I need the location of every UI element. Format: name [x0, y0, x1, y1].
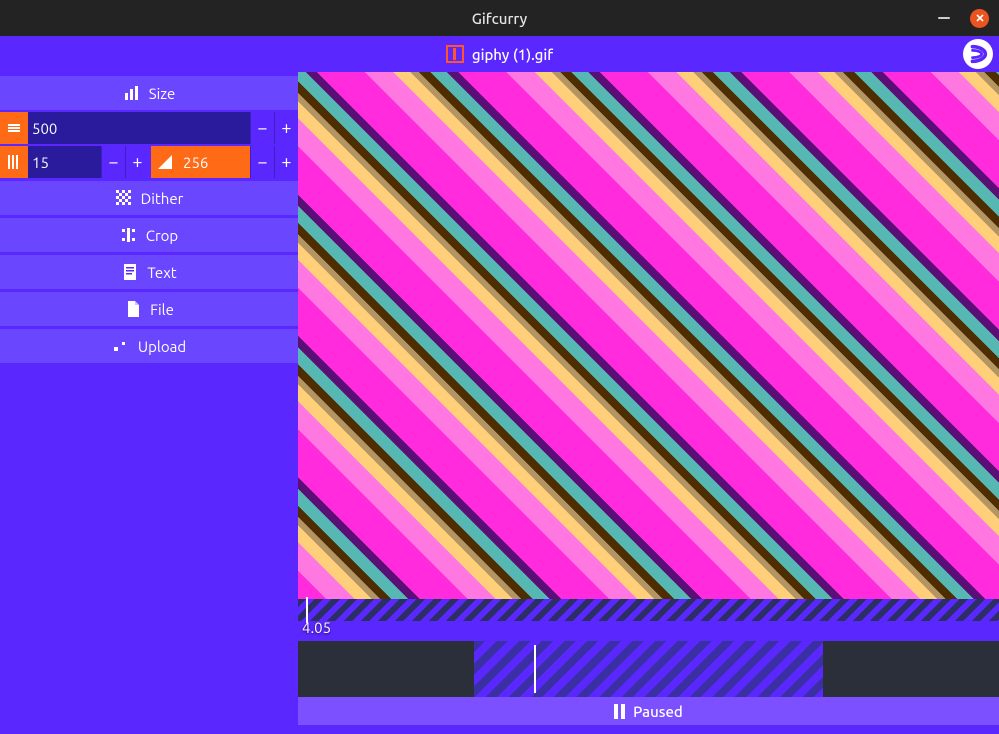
window-title: Gifcurry — [472, 10, 527, 27]
colors-increment[interactable]: + — [274, 146, 298, 178]
tab-crop-label: Crop — [146, 227, 178, 244]
playhead[interactable] — [534, 645, 536, 693]
fps-decrement[interactable]: − — [101, 146, 125, 178]
size-icon — [123, 84, 141, 102]
tab-text[interactable]: Text — [0, 255, 298, 289]
timeline-selection[interactable] — [298, 641, 999, 697]
fps-increment[interactable]: + — [125, 146, 149, 178]
width-icon — [0, 112, 28, 144]
app-logo — [963, 39, 993, 69]
fps-stepper: − + — [101, 146, 149, 178]
fps-colors-row: 15 − + 256 — [0, 146, 298, 178]
tab-upload[interactable]: Upload — [0, 329, 298, 363]
width-stepper: − + — [250, 112, 298, 144]
colors-icon — [151, 154, 179, 170]
tab-upload-label: Upload — [138, 338, 186, 355]
sidebar: Size 500 − + — [0, 72, 298, 734]
minimize-button[interactable] — [938, 17, 950, 19]
window-titlebar: Gifcurry — [0, 0, 999, 36]
tab-size[interactable]: Size — [0, 76, 298, 110]
fps-icon — [0, 146, 28, 178]
timeline-ruler[interactable]: 4.05 — [298, 599, 999, 621]
tab-text-label: Text — [147, 264, 176, 281]
timeline: 4.05 Paused — [298, 599, 999, 734]
main-area: Size 500 − + — [0, 72, 999, 734]
crop-icon — [120, 226, 138, 244]
timeline-seg-after — [823, 641, 999, 697]
colors-value: 256 — [179, 154, 250, 171]
preview-column: 4.05 Paused — [298, 72, 999, 734]
tab-file[interactable]: File — [0, 292, 298, 326]
dither-icon — [115, 189, 133, 207]
text-icon — [121, 263, 139, 281]
timeline-seg-before — [298, 641, 474, 697]
tab-size-label: Size — [149, 85, 176, 102]
preview-canvas[interactable] — [298, 72, 999, 599]
width-increment[interactable]: + — [274, 112, 298, 144]
playback-status-bar[interactable]: Paused — [298, 697, 999, 725]
file-header-content: giphy (1).gif — [446, 45, 553, 63]
width-row: 500 − + — [0, 112, 298, 144]
opened-filename: giphy (1).gif — [472, 46, 553, 63]
warning-icon — [446, 45, 464, 63]
gifcurry-logo-icon — [967, 43, 989, 65]
pause-icon — [614, 704, 625, 719]
colors-stepper: − + — [250, 146, 298, 178]
close-button[interactable] — [970, 9, 989, 28]
colors-input[interactable]: 256 — [151, 146, 250, 178]
status-text: Paused — [633, 703, 683, 720]
width-input[interactable]: 500 — [0, 112, 250, 144]
close-icon — [975, 13, 985, 23]
width-value: 500 — [28, 120, 250, 137]
width-decrement[interactable]: − — [250, 112, 274, 144]
colors-decrement[interactable]: − — [250, 146, 274, 178]
file-icon — [124, 300, 142, 318]
tab-crop[interactable]: Crop — [0, 218, 298, 252]
tab-file-label: File — [150, 301, 174, 318]
fps-value: 15 — [28, 154, 101, 171]
tab-dither[interactable]: Dither — [0, 181, 298, 215]
upload-icon — [112, 337, 130, 355]
window-buttons — [938, 0, 989, 36]
timeline-seg-active[interactable] — [474, 641, 823, 697]
file-header-bar: giphy (1).gif — [0, 36, 999, 72]
timeline-gap — [298, 621, 999, 641]
tab-dither-label: Dither — [141, 190, 184, 207]
size-panel: 500 − + — [0, 110, 298, 178]
fps-input[interactable]: 15 — [0, 146, 101, 178]
timeline-time-label: 4.05 — [302, 619, 331, 636]
